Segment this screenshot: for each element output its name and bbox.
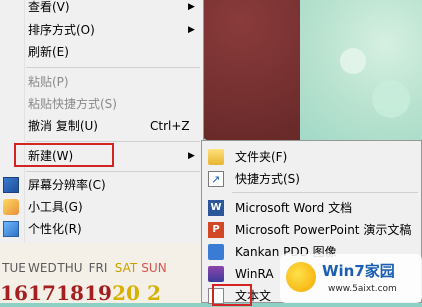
- weekday-label: WED: [28, 261, 57, 275]
- weekday-label: FRI: [88, 261, 108, 275]
- wallpaper-circle-decoration: [340, 48, 366, 74]
- menu-item-view[interactable]: 查看(V) ▶: [0, 0, 203, 18]
- menu-separator: [26, 67, 200, 68]
- submenu-item-label: Microsoft Word 文档: [235, 201, 353, 215]
- menu-item-label: 查看(V): [28, 0, 70, 14]
- submenu-arrow-icon: ▶: [188, 151, 195, 161]
- date-number: 16: [0, 281, 28, 305]
- menu-item-shortcut: Ctrl+Z: [150, 119, 190, 133]
- calendar-gadget[interactable]: TUE WED THU FRI SAT SUN 16 17 18 19 20 2: [0, 243, 205, 305]
- menu-separator: [26, 171, 200, 172]
- menu-item-label: 刷新(E): [28, 45, 69, 59]
- weekday-label: TUE: [2, 261, 26, 275]
- desktop-context-menu: 查看(V) ▶ 排序方式(O) ▶ 刷新(E) 粘贴(P) 粘贴快捷方式(S) …: [0, 0, 204, 243]
- menu-item-label: 粘贴快捷方式(S): [28, 97, 117, 111]
- menu-item-label: 个性化(R): [28, 222, 82, 236]
- personalize-icon: [3, 221, 19, 237]
- site-watermark: Win7家园 www.5aixt.com: [280, 254, 422, 303]
- submenu-item-label: WinRA: [235, 267, 274, 281]
- menu-item-label: 粘贴(P): [28, 75, 69, 89]
- gadgets-icon: [3, 199, 19, 215]
- submenu-item-powerpoint[interactable]: P Microsoft PowerPoint 演示文稿: [202, 219, 421, 241]
- menu-item-refresh[interactable]: 刷新(E): [0, 41, 203, 63]
- word-icon: W: [208, 200, 224, 216]
- watermark-title: Win7家园: [322, 262, 395, 280]
- wallpaper-circle-decoration: [372, 80, 410, 118]
- submenu-item-label: 快捷方式(S): [235, 172, 300, 186]
- weekday-label: SUN: [141, 261, 167, 275]
- menu-item-undo-copy[interactable]: 撤消 复制(U) Ctrl+Z: [0, 115, 203, 137]
- weekday-label: THU: [57, 261, 83, 275]
- shortcut-icon: [208, 169, 224, 191]
- date-number: 2: [147, 281, 161, 305]
- menu-item-gadgets[interactable]: 小工具(G): [0, 196, 203, 218]
- calendar-weekday-row: TUE WED THU FRI SAT SUN: [0, 261, 200, 275]
- date-number: 19: [84, 281, 112, 305]
- menu-item-label: 小工具(G): [28, 200, 83, 214]
- menu-item-label: 屏幕分辨率(C): [28, 178, 106, 192]
- win7-home-logo-icon: [286, 262, 316, 292]
- watermark-url: www.5aixt.com: [328, 284, 397, 294]
- calendar-date-row: 16 17 18 19 20 2: [0, 281, 200, 305]
- date-number: 17: [28, 281, 56, 305]
- menu-item-paste: 粘贴(P): [0, 71, 203, 93]
- weekday-label: SAT: [114, 261, 138, 275]
- menu-item-screen-resolution[interactable]: 屏幕分辨率(C): [0, 174, 203, 196]
- menu-separator: [26, 141, 200, 142]
- submenu-arrow-icon: ▶: [188, 25, 195, 35]
- powerpoint-icon: P: [208, 222, 224, 238]
- menu-item-label: 撤消 复制(U): [28, 119, 98, 133]
- winrar-icon: [208, 266, 224, 282]
- menu-item-personalize[interactable]: 个性化(R): [0, 218, 203, 240]
- submenu-item-folder[interactable]: 文件夹(F): [202, 146, 421, 168]
- submenu-item-word-document[interactable]: W Microsoft Word 文档: [202, 197, 421, 219]
- screen-resolution-icon: [3, 177, 19, 193]
- menu-item-label: 排序方式(O): [28, 23, 95, 37]
- menu-item-paste-shortcut: 粘贴快捷方式(S): [0, 93, 203, 115]
- date-number: 18: [56, 281, 84, 305]
- wallpaper-leaf-graphic: [300, 0, 422, 150]
- folder-icon: [208, 149, 224, 165]
- submenu-item-shortcut[interactable]: 快捷方式(S): [202, 168, 421, 191]
- submenu-item-label: Microsoft PowerPoint 演示文稿: [235, 223, 412, 237]
- kankan-icon: [208, 244, 224, 260]
- menu-item-sort-by[interactable]: 排序方式(O) ▶: [0, 19, 203, 41]
- submenu-item-label: 文件夹(F): [235, 150, 288, 164]
- date-number: 20: [112, 281, 140, 305]
- submenu-arrow-icon: ▶: [188, 2, 195, 12]
- new-item-highlight-box: [14, 143, 114, 167]
- submenu-separator: [232, 192, 418, 193]
